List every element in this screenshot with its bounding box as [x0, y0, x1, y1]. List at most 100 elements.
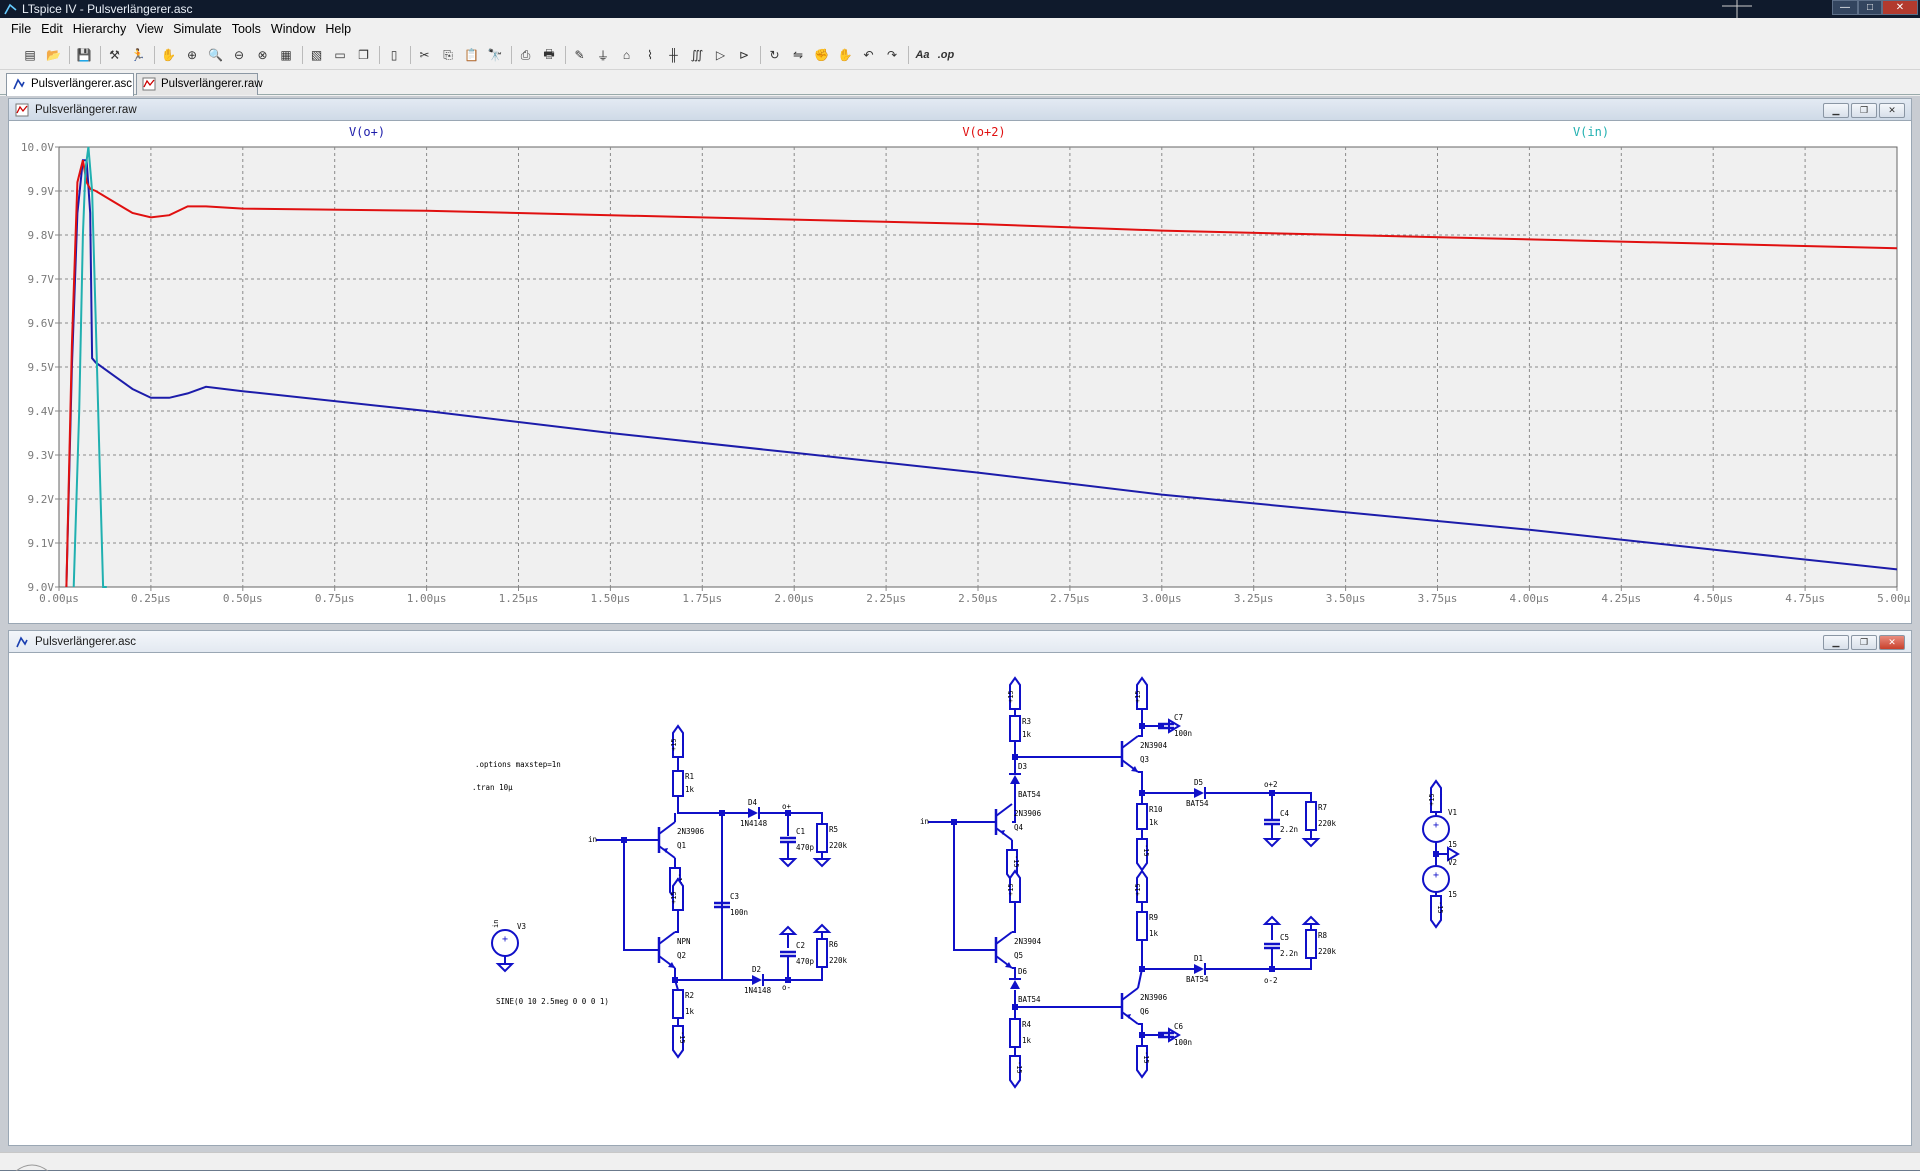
move-icon[interactable]: ✋: [835, 45, 855, 65]
waveform-plot-pane[interactable]: 0.00µs 0.25µs 0.50µs 0.75µs 1.00µs 1.25µs 1.50…: [10, 122, 1917, 622]
menu-tools[interactable]: Tools: [227, 18, 266, 40]
cascade-icon[interactable]: ❐: [354, 45, 374, 65]
autorange-icon[interactable]: ▦: [276, 45, 296, 65]
menu-simulate[interactable]: Simulate: [168, 18, 227, 40]
zoom-pan-icon[interactable]: 🔍: [206, 45, 226, 65]
menu-window[interactable]: Window: [266, 18, 320, 40]
resistor-icon: [816, 823, 828, 853]
waveform-chart[interactable]: 0.00µs 0.25µs 0.50µs 0.75µs 1.00µs 1.25µs 1.50…: [10, 122, 1917, 622]
menu-help[interactable]: Help: [320, 18, 356, 40]
minimize-button[interactable]: —: [1832, 0, 1858, 15]
rotate-icon[interactable]: ↻: [765, 45, 785, 65]
run-icon[interactable]: 🏃: [128, 45, 148, 65]
component-label: 2N3906: [1014, 809, 1042, 818]
component-label: Q1: [677, 841, 686, 850]
copy-icon[interactable]: ⎘: [438, 45, 458, 65]
component-label: NPN: [677, 937, 691, 946]
paste-icon[interactable]: 📋: [462, 45, 482, 65]
redo-icon[interactable]: ↷: [882, 45, 902, 65]
menu-edit[interactable]: Edit: [36, 18, 68, 40]
status-bar: [0, 1152, 1920, 1171]
menu-hierarchy[interactable]: Hierarchy: [68, 18, 132, 40]
tab-schematic[interactable]: Pulsverlängerer.asc: [6, 73, 134, 96]
waveform-restore-button[interactable]: ❐: [1851, 103, 1877, 118]
drag-icon[interactable]: ✊: [812, 45, 832, 65]
x-tick-label: 2.25µs: [866, 592, 906, 605]
transistor-icon: [995, 931, 1013, 945]
y-tick-label: 9.0V: [28, 581, 55, 594]
mirror-icon[interactable]: ⇋: [788, 45, 808, 65]
tab-waveform[interactable]: Pulsverlängerer.raw: [136, 73, 263, 95]
component-label: D4: [748, 798, 758, 807]
waveform-window-titlebar: Pulsverlängerer.raw ▁ ❐ ✕: [9, 99, 1911, 121]
capacitor-icon[interactable]: ╫: [664, 45, 684, 65]
schematic-close-button[interactable]: ✕: [1879, 635, 1905, 650]
zoom-fit-icon[interactable]: ⊗: [253, 45, 273, 65]
spice-directive-icon[interactable]: .op: [936, 45, 956, 65]
manual-limits-icon[interactable]: ▧: [307, 45, 327, 65]
component-label: C6: [1174, 1022, 1184, 1031]
x-tick-label: 4.50µs: [1693, 592, 1733, 605]
print-icon[interactable]: 🖶: [539, 45, 559, 65]
zoom-out-icon[interactable]: ⊖: [229, 45, 249, 65]
text-icon[interactable]: Aa: [913, 45, 933, 65]
ground-icon: [1262, 838, 1282, 848]
tile-vertical-icon[interactable]: ▯: [384, 45, 404, 65]
tile-horizontal-icon[interactable]: ▭: [330, 45, 350, 65]
schematic-drawing[interactable]: .options maxstep=1n .tran 10µ SINE(0 10 2.…: [14, 654, 1908, 1144]
schematic-restore-button[interactable]: ❐: [1851, 635, 1877, 650]
port-label: -15: [1142, 844, 1150, 857]
component-label: 100n: [1174, 1038, 1192, 1047]
wire-icon[interactable]: ✎: [570, 45, 590, 65]
waveform-close-button[interactable]: ✕: [1879, 103, 1905, 118]
resistor-icon: [672, 770, 684, 797]
zoom-in-icon[interactable]: ⊕: [182, 45, 202, 65]
resistor-icon[interactable]: ⌇: [640, 45, 660, 65]
diode-icon: [748, 808, 758, 818]
schematic-icon: [13, 78, 25, 90]
cut-icon[interactable]: ✂: [415, 45, 435, 65]
component-label: V2: [1448, 858, 1457, 867]
halt-icon[interactable]: ✋: [159, 45, 179, 65]
inductor-icon[interactable]: ∭: [687, 45, 707, 65]
undo-icon[interactable]: ↶: [859, 45, 879, 65]
maximize-button[interactable]: □: [1858, 0, 1882, 15]
schematic-canvas[interactable]: .options maxstep=1n .tran 10µ SINE(0 10 2.…: [14, 654, 1908, 1144]
wire: [1272, 958, 1312, 970]
menu-view[interactable]: View: [131, 18, 168, 40]
component-label: V3: [517, 922, 526, 931]
y-tick-label: 9.6V: [28, 317, 55, 330]
toolbar-separator: [409, 46, 411, 64]
control-panel-icon[interactable]: ⚒: [105, 45, 125, 65]
close-button[interactable]: ✕: [1882, 0, 1918, 15]
label-net-icon[interactable]: ⌂: [617, 45, 637, 65]
component-label: 2.2n: [1280, 949, 1298, 958]
print-setup-icon[interactable]: ⎙: [516, 45, 536, 65]
ground-icon[interactable]: ⏚: [593, 45, 613, 65]
x-tick-label: 0.50µs: [223, 592, 263, 605]
resistor-icon: [672, 989, 684, 1019]
component-icon[interactable]: ⊳: [734, 45, 754, 65]
new-schematic-icon[interactable]: ▤: [20, 45, 40, 65]
x-tick-label: 2.00µs: [774, 592, 814, 605]
y-tick-label: 9.5V: [28, 361, 55, 374]
waveform-minimize-button[interactable]: ▁: [1823, 103, 1849, 118]
component-label: 100n: [730, 908, 748, 917]
save-icon[interactable]: 💾: [74, 45, 94, 65]
ground-icon: [812, 858, 832, 868]
spice-directive-text: .tran 10µ: [472, 783, 513, 792]
resistor-icon: [1009, 715, 1021, 742]
find-icon[interactable]: 🔭: [485, 45, 505, 65]
resistor-icon: [816, 938, 828, 968]
diode-icon[interactable]: ▷: [711, 45, 731, 65]
component-label: D1: [1194, 954, 1203, 963]
component-label: 1k: [685, 1007, 695, 1016]
component-label: R7: [1318, 803, 1327, 812]
menu-file[interactable]: File: [6, 18, 36, 40]
resistor-icon: [1305, 801, 1317, 831]
toolbar-separator: [153, 46, 155, 64]
open-icon[interactable]: 📂: [44, 45, 64, 65]
component-label: Q2: [677, 951, 686, 960]
schematic-minimize-button[interactable]: ▁: [1823, 635, 1849, 650]
port-label: -15: [678, 1031, 686, 1044]
